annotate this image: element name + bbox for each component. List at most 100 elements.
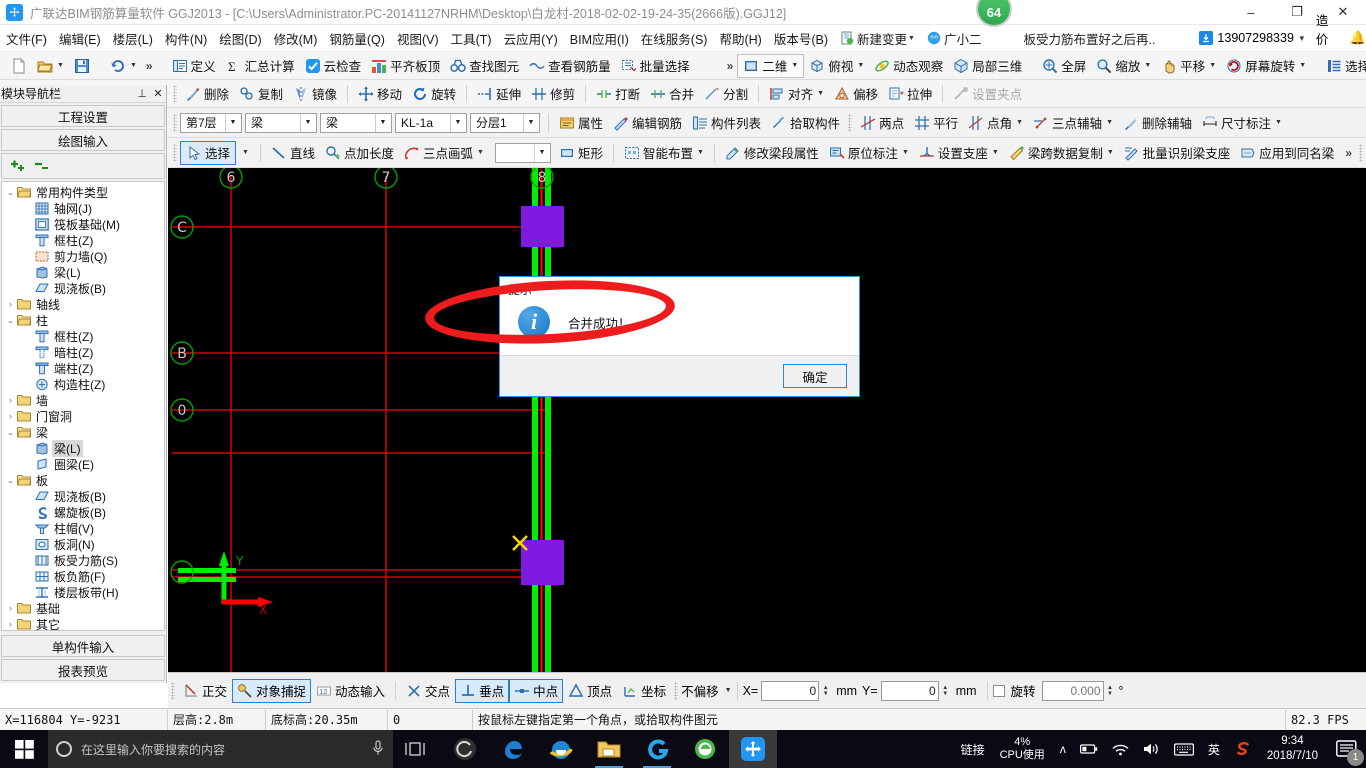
chevron-down-icon[interactable]: ▼	[902, 149, 909, 156]
stretch-button[interactable]: 拉伸	[883, 82, 937, 106]
orbit-button[interactable]: 动态观察	[869, 54, 948, 78]
move-button[interactable]: 移动	[353, 82, 407, 106]
tree-node[interactable]: 现浇板(B)	[2, 280, 164, 296]
drawbar-overflow[interactable]: »	[1341, 146, 1356, 160]
smart-layout-button[interactable]: 智能布置 ▼	[619, 141, 709, 165]
tree-node[interactable]: 端柱(Z)	[2, 360, 164, 376]
battery-icon[interactable]	[1073, 743, 1105, 755]
chevron-down-icon[interactable]: ▼	[242, 149, 249, 156]
menu-edit[interactable]: 编辑(E)	[53, 26, 107, 51]
tree-node[interactable]: › 轴线	[2, 296, 164, 312]
apply-same-beam-button[interactable]: 应用到同名梁	[1235, 141, 1339, 165]
chevron-down-icon[interactable]: ⌄	[4, 187, 17, 198]
toolbar-gripper[interactable]	[173, 84, 177, 103]
chevron-down-icon[interactable]: ▼	[225, 113, 240, 132]
drawing-canvas[interactable]: 6 7 8 C B 0 Y X	[168, 168, 1366, 672]
tab-single-component-input[interactable]: 单构件输入	[1, 635, 165, 657]
app-icon-green-browser[interactable]	[681, 730, 729, 768]
menu-floor[interactable]: 楼层(L)	[107, 26, 159, 51]
chevron-down-icon[interactable]: ⌄	[4, 475, 17, 486]
volume-icon[interactable]	[1136, 742, 1167, 756]
network-link-label[interactable]: 链接	[954, 741, 992, 758]
search-input[interactable]: 在这里输入你要搜索的内容	[81, 741, 362, 758]
expand-all-icon[interactable]	[10, 158, 26, 174]
set-support-button[interactable]: 设置支座 ▼	[914, 141, 1004, 165]
toolbar-gripper[interactable]	[674, 681, 679, 700]
app-icon-explorer[interactable]	[585, 730, 633, 768]
app-icon-edge[interactable]	[489, 730, 537, 768]
tree-node[interactable]: 剪力墙(Q)	[2, 248, 164, 264]
local-3d-button[interactable]: 局部三维	[948, 54, 1027, 78]
close-icon[interactable]: ✕	[150, 87, 166, 100]
trim-button[interactable]: 修剪	[526, 82, 580, 106]
chevron-down-icon[interactable]: ▼	[130, 62, 137, 69]
dynamic-input-toggle[interactable]: 12 动态输入	[311, 679, 390, 703]
toolbar-gripper[interactable]	[173, 143, 177, 162]
chevron-down-icon[interactable]: ⌄	[4, 315, 17, 326]
view-rebar-button[interactable]: 查看钢筋量	[524, 54, 616, 78]
y-input[interactable]: 0	[880, 680, 939, 701]
category-combo[interactable]: 梁 ▼	[245, 112, 317, 133]
tab-project-settings[interactable]: 工程设置	[1, 105, 165, 127]
tree-node[interactable]: › 墙	[2, 392, 164, 408]
menu-online-service[interactable]: 在线服务(S)	[635, 26, 714, 51]
toolbar-overflow-1[interactable]: »	[142, 59, 157, 73]
toolbar-gripper[interactable]	[171, 681, 175, 700]
point-angle-button[interactable]: 点角 ▼	[963, 111, 1028, 135]
pick-component-button[interactable]: 拾取构件	[766, 111, 845, 135]
chevron-down-icon[interactable]: ▼	[1209, 62, 1216, 69]
rotate-input[interactable]: 0.000	[1041, 680, 1104, 701]
sogou-icon[interactable]	[1227, 740, 1259, 758]
tree-node[interactable]: 现浇板(B)	[2, 488, 164, 504]
undo-button[interactable]: ▼	[105, 54, 142, 78]
extend-button[interactable]: 延伸	[472, 82, 526, 106]
bell-icon[interactable]: 🔔	[1350, 30, 1366, 46]
menu-modify[interactable]: 修改(M)	[268, 26, 324, 51]
delete-axis-button[interactable]: 删除辅轴	[1118, 111, 1197, 135]
tree-node[interactable]: 板洞(N)	[2, 536, 164, 552]
tab-report-preview[interactable]: 报表预览	[1, 659, 165, 681]
draw-extra-combo[interactable]: ▼	[494, 142, 551, 163]
toolbar-gripper[interactable]	[848, 113, 853, 132]
new-change-button[interactable]: 新建变更 ▼	[834, 26, 921, 51]
summary-calc-button[interactable]: Σ 汇总计算	[221, 54, 300, 78]
task-view-button[interactable]	[393, 730, 437, 768]
menu-version[interactable]: 版本号(B)	[768, 26, 834, 51]
chevron-down-icon[interactable]: ▼	[725, 687, 732, 694]
toolbar-gripper[interactable]	[1359, 143, 1363, 162]
rotate-spinner[interactable]: ▲ ▼	[1105, 681, 1116, 701]
component-list-button[interactable]: 构件列表	[687, 111, 766, 135]
tree-node[interactable]: 暗柱(Z)	[2, 344, 164, 360]
snap-perpendicular[interactable]: 垂点	[455, 678, 510, 703]
chevron-right-icon[interactable]: ›	[4, 603, 17, 613]
search-box[interactable]: 在这里输入你要搜索的内容	[48, 730, 393, 768]
wifi-icon[interactable]	[1105, 743, 1136, 756]
tree-node[interactable]: 楼层板带(H)	[2, 584, 164, 600]
tree-node[interactable]: 构造柱(Z)	[2, 376, 164, 392]
tree-node[interactable]: 柱帽(V)	[2, 520, 164, 536]
menu-bim[interactable]: BIM应用(I)	[564, 26, 635, 51]
ime-indicator[interactable]: 英	[1201, 741, 1227, 758]
notification-center-button[interactable]: 1	[1326, 730, 1366, 768]
chevron-right-icon[interactable]: ›	[4, 395, 17, 405]
app-icon-glodon[interactable]	[633, 730, 681, 768]
tree-node[interactable]: 框柱(Z)	[2, 232, 164, 248]
menu-rebar[interactable]: 钢筋量(Q)	[323, 26, 391, 51]
fullscreen-button[interactable]: 全屏	[1037, 54, 1091, 78]
tree-node[interactable]: 板负筋(F)	[2, 568, 164, 584]
parallel-axis-button[interactable]: 平行	[909, 111, 963, 135]
tree-node[interactable]: 筏板基础(M)	[2, 216, 164, 232]
find-element-button[interactable]: 查找图元	[445, 54, 524, 78]
info-dialog[interactable]: 提示 i 合并成功！ 确定	[499, 276, 860, 397]
select-tool-button[interactable]: 选择	[180, 140, 237, 165]
chevron-down-icon[interactable]: ▼	[1275, 119, 1282, 126]
menu-file[interactable]: 文件(F)	[0, 26, 53, 51]
component-tree[interactable]: ⌄ 常用构件类型 轴网(J) 筏板基础(M) 框柱(Z) 剪力墙(Q) 梁(L) 现浇板(B)…	[1, 181, 165, 631]
screen-rotate-button[interactable]: 屏幕旋转 ▼	[1221, 54, 1311, 78]
chevron-down-icon[interactable]: ▼	[300, 113, 315, 132]
define-button[interactable]: 定义	[167, 54, 221, 78]
view-2d-button[interactable]: 二维 ▼	[737, 53, 805, 78]
three-point-arc-button[interactable]: 三点画弧 ▼	[399, 141, 489, 165]
menu-view[interactable]: 视图(V)	[391, 26, 445, 51]
align-button[interactable]: 对齐 ▼	[764, 82, 829, 106]
